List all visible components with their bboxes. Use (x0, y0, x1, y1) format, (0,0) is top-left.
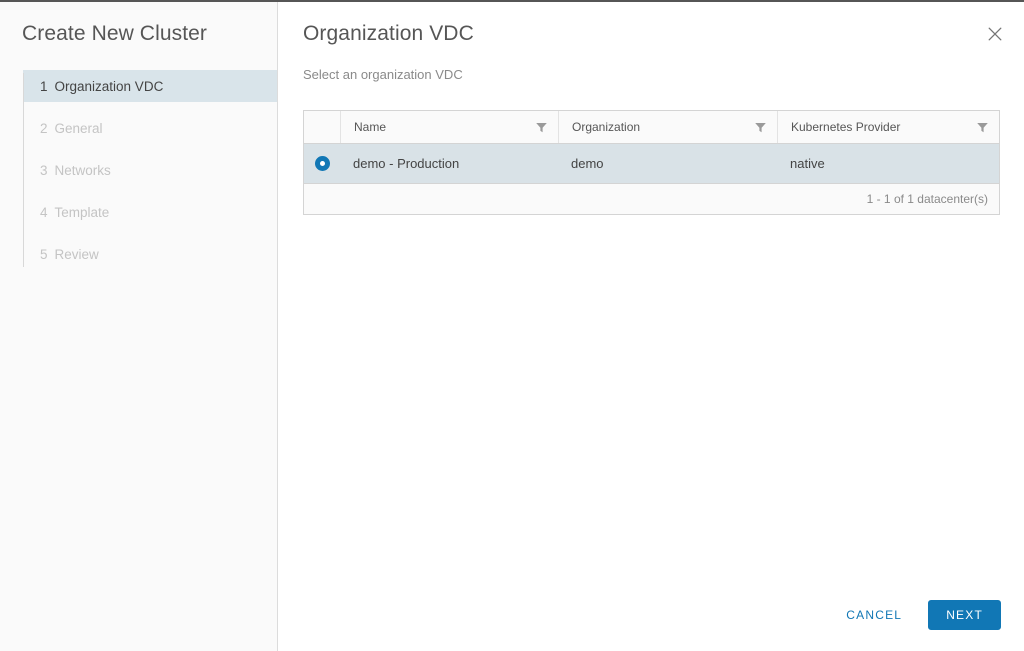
column-header-organization[interactable]: Organization (558, 111, 777, 143)
organization-vdc-datagrid: Name Organization Kubernetes Provider de… (303, 110, 1000, 215)
sidebar-step-networks[interactable]: 3 Networks (23, 154, 277, 186)
wizard-main-panel: Organization VDC Select an organization … (278, 2, 1024, 651)
step-label: Template (54, 204, 110, 220)
step-label: Networks (54, 162, 111, 178)
column-header-name[interactable]: Name (340, 111, 558, 143)
wizard-title: Create New Cluster (22, 22, 208, 45)
step-label: Organization VDC (54, 78, 164, 94)
column-header-select (304, 111, 340, 143)
step-number: 5 (40, 246, 48, 262)
step-number: 2 (40, 120, 48, 136)
datagrid-header-row: Name Organization Kubernetes Provider (304, 111, 999, 144)
sidebar-step-general[interactable]: 2 General (23, 112, 277, 144)
cancel-button[interactable]: CANCEL (834, 600, 914, 630)
column-header-label: Organization (572, 120, 641, 134)
pagination-summary: 1 - 1 of 1 datacenter(s) (866, 192, 988, 206)
sidebar-step-review[interactable]: 5 Review (23, 238, 277, 270)
wizard-action-bar: CANCEL NEXT (834, 600, 1001, 630)
page-subtitle: Select an organization VDC (303, 67, 463, 82)
filter-icon[interactable] (976, 121, 989, 134)
create-cluster-wizard: Create New Cluster 1 Organization VDC 2 … (0, 0, 1024, 651)
column-header-label: Name (354, 120, 387, 134)
cell-organization: demo (571, 156, 604, 171)
step-rail (23, 73, 24, 267)
cell-kubernetes-provider: native (790, 156, 825, 171)
radio-dot (319, 161, 325, 166)
sidebar-step-organization-vdc[interactable]: 1 Organization VDC (23, 70, 277, 102)
datagrid-footer: 1 - 1 of 1 datacenter(s) (304, 183, 999, 214)
filter-icon[interactable] (754, 121, 767, 134)
column-header-label: Kubernetes Provider (791, 120, 901, 134)
column-header-kubernetes-provider[interactable]: Kubernetes Provider (777, 111, 999, 143)
row-select-cell (304, 144, 340, 183)
step-number: 1 (40, 78, 48, 94)
wizard-sidebar: Create New Cluster 1 Organization VDC 2 … (0, 2, 278, 651)
close-icon[interactable] (982, 21, 1008, 47)
step-number: 4 (40, 204, 48, 220)
table-row[interactable]: demo - Production demo native (304, 144, 999, 183)
page-title: Organization VDC (303, 22, 474, 45)
radio-button-selected[interactable] (314, 156, 330, 171)
step-number: 3 (40, 162, 48, 178)
wizard-step-list: 1 Organization VDC 2 General 3 Networks … (0, 70, 277, 270)
cell-name: demo - Production (353, 156, 460, 171)
next-button[interactable]: NEXT (928, 600, 1001, 630)
sidebar-step-template[interactable]: 4 Template (23, 196, 277, 228)
step-label: General (54, 120, 103, 136)
filter-icon[interactable] (535, 121, 548, 134)
step-label: Review (54, 246, 99, 262)
